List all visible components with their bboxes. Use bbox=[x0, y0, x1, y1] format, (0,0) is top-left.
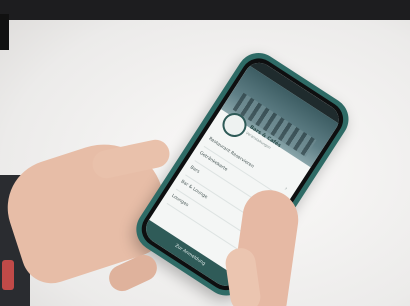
menu-item-label: Lounges bbox=[170, 193, 189, 209]
phone-wrap: Bars & Cafés Veranstaltungen Restaurant … bbox=[0, 0, 410, 306]
photo-scene: Bars & Cafés Veranstaltungen Restaurant … bbox=[0, 0, 410, 306]
menu-item-label: Bars bbox=[188, 165, 201, 175]
